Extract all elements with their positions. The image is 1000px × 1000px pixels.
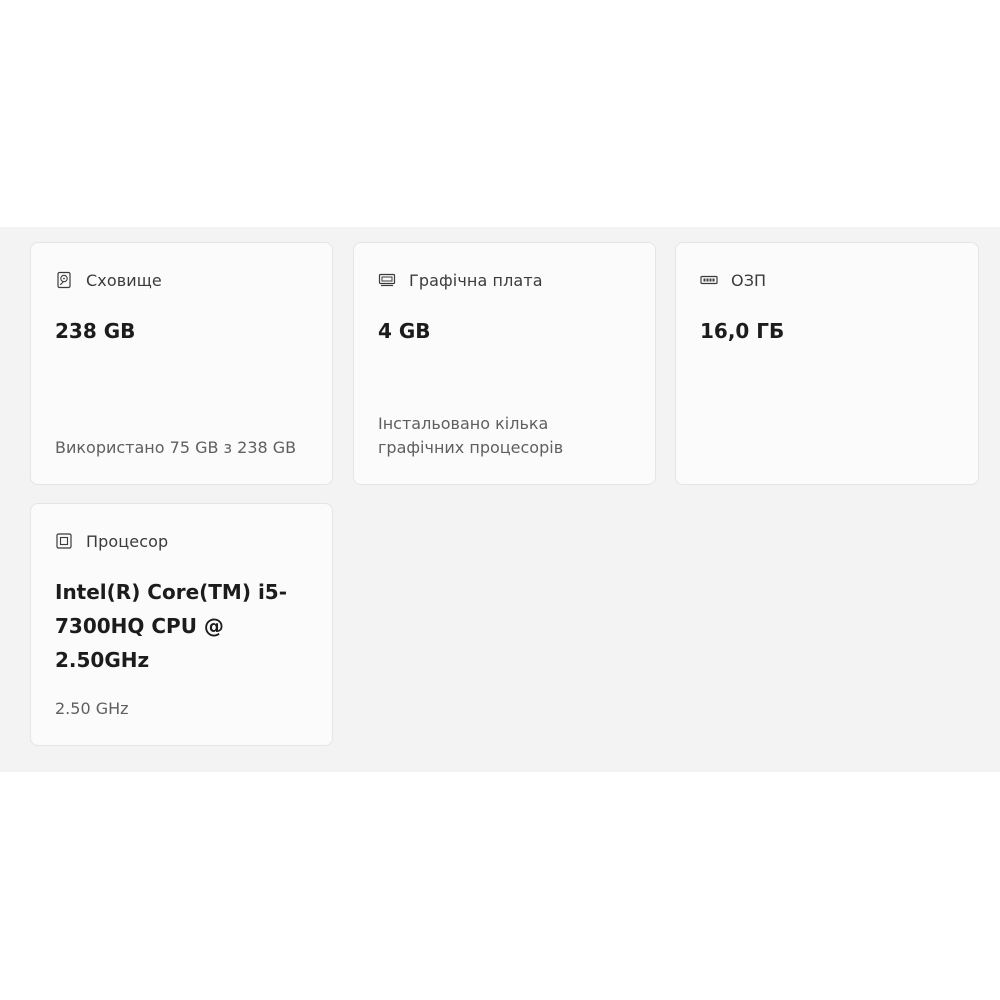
processor-icon (55, 532, 73, 550)
processor-card-header: Процесор (55, 528, 168, 554)
processor-value: Intel(R) Core(TM) i5-7300HQ CPU @ 2.50GH… (55, 580, 288, 672)
graphics-card-label: Графічна плата (409, 270, 543, 290)
ram-card: ОЗП 16,0 ГБ (675, 242, 979, 485)
ram-label: ОЗП (731, 270, 767, 290)
processor-card: Процесор Intel(R) Core(TM) i5-7300HQ CPU… (30, 503, 333, 746)
storage-value: 238 GB (55, 319, 136, 343)
processor-label: Процесор (86, 531, 169, 551)
hard-drive-icon (55, 271, 73, 289)
storage-card: Сховище 238 GB Використано 75 GB з 238 G… (30, 242, 333, 485)
graphics-card-value: 4 GB (378, 319, 431, 343)
storage-label: Сховище (86, 270, 162, 290)
processor-speed: 2.50 GHz (55, 699, 129, 718)
graphics-card-card: Графічна плата 4 GB Інстальовано кілька … (353, 242, 656, 485)
ram-card-header: ОЗП (700, 267, 766, 293)
storage-card-header: Сховище (55, 267, 162, 293)
device-specs-panel: Сховище 238 GB Використано 75 GB з 238 G… (0, 227, 1000, 772)
ram-value: 16,0 ГБ (700, 319, 785, 343)
graphics-card-header: Графічна плата (378, 267, 543, 293)
graphics-card-note: Інстальовано кілька графічних процесорів (378, 414, 564, 457)
memory-icon (700, 271, 718, 289)
graphics-card-icon (378, 271, 396, 289)
storage-usage-text: Використано 75 GB з 238 GB (55, 438, 297, 457)
